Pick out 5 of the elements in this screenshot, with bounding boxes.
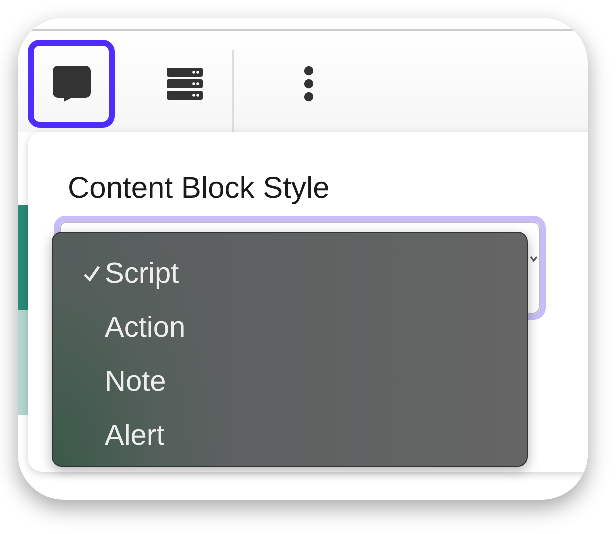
menu-option[interactable]: Script: [105, 258, 180, 290]
menu-option[interactable]: Action: [105, 312, 186, 344]
field-label: Content Block Style: [68, 172, 330, 206]
menu-option[interactable]: Alert: [105, 420, 165, 452]
menu-option[interactable]: Note: [105, 366, 166, 398]
